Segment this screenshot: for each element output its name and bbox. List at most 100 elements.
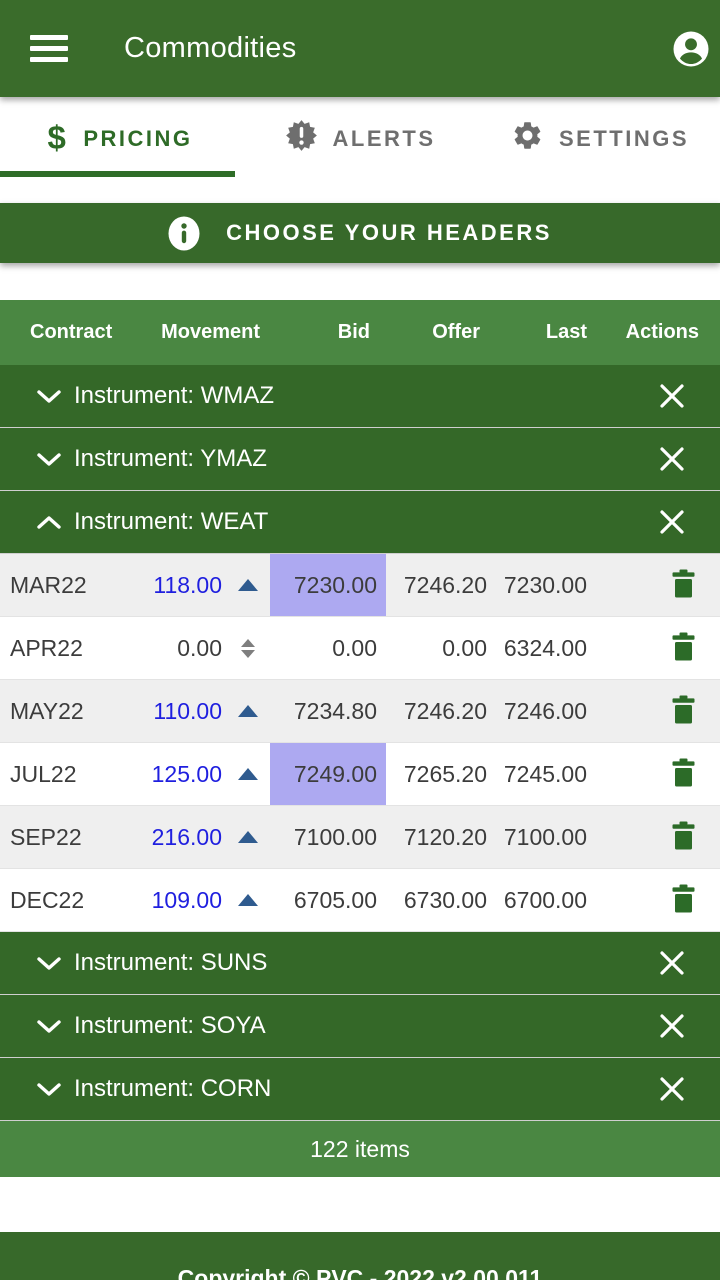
movement-cell: 125.00 — [96, 761, 226, 788]
close-icon[interactable] — [658, 1075, 686, 1103]
instrument-group-header[interactable]: Instrument: SOYA — [0, 995, 720, 1058]
offer-cell: 7246.20 — [386, 572, 487, 599]
instrument-table: Instrument: WMAZ Instrument: YMAZ Instrume… — [0, 365, 720, 1121]
instrument-group-label: Instrument: SOYA — [74, 1012, 266, 1040]
chevron-down-icon[interactable] — [36, 452, 62, 467]
chevron-down-icon[interactable] — [36, 956, 62, 971]
contract-cell: MAY22 — [0, 698, 96, 725]
close-icon[interactable] — [658, 508, 686, 536]
close-icon[interactable] — [658, 445, 686, 473]
chevron-down-icon[interactable] — [36, 1082, 62, 1097]
active-tab-indicator — [0, 171, 235, 177]
page-title: Commodities — [124, 32, 297, 65]
info-icon — [168, 216, 200, 251]
offer-cell: 6730.00 — [386, 887, 487, 914]
instrument-group-header[interactable]: Instrument: CORN — [0, 1058, 720, 1121]
contract-row: APR220.000.000.006324.00 — [0, 617, 720, 680]
triangle-up-icon — [238, 579, 258, 591]
unchanged-icon — [241, 639, 255, 658]
menu-icon[interactable] — [30, 29, 68, 68]
close-icon[interactable] — [658, 382, 686, 410]
table-header-row: Contract Movement Bid Offer Last Actions — [0, 300, 720, 365]
chevron-up-icon[interactable] — [36, 515, 62, 530]
account-icon[interactable] — [670, 28, 712, 70]
delete-button[interactable] — [671, 569, 696, 601]
triangle-up-icon — [238, 894, 258, 906]
contract-row: MAR22118.00 7230.007246.207230.00 — [0, 554, 720, 617]
last-cell: 6324.00 — [487, 635, 589, 662]
delete-button[interactable] — [671, 758, 696, 790]
gear-icon — [511, 119, 544, 158]
contract-cell: JUL22 — [0, 761, 96, 788]
bid-cell: 7100.00 — [270, 806, 386, 868]
footer: Copyright © PVC - 2022 v2.00.011 — [0, 1232, 720, 1280]
choose-headers-label: CHOOSE YOUR HEADERS — [226, 220, 552, 246]
bid-cell: 6705.00 — [270, 869, 386, 931]
last-cell: 7246.00 — [487, 698, 589, 725]
instrument-group-label: Instrument: YMAZ — [74, 445, 267, 473]
bid-cell: 7249.00 — [270, 743, 386, 805]
trash-icon — [671, 758, 696, 790]
movement-cell: 109.00 — [96, 887, 226, 914]
delete-button[interactable] — [671, 884, 696, 916]
offer-cell: 7120.20 — [386, 824, 487, 851]
contract-cell: APR22 — [0, 635, 96, 662]
instrument-group-header[interactable]: Instrument: WEAT — [0, 491, 720, 554]
offer-cell: 7265.20 — [386, 761, 487, 788]
contract-cell: MAR22 — [0, 572, 96, 599]
tab-settings[interactable]: SETTINGS — [480, 97, 720, 180]
delete-button[interactable] — [671, 695, 696, 727]
header-bid: Bid — [270, 321, 386, 344]
movement-cell: 118.00 — [96, 572, 226, 599]
delete-button[interactable] — [671, 632, 696, 664]
bid-cell: 7230.00 — [270, 554, 386, 616]
contract-row: JUL22125.00 7249.007265.207245.00 — [0, 743, 720, 806]
tab-settings-label: SETTINGS — [559, 126, 689, 152]
instrument-group-label: Instrument: WMAZ — [74, 382, 274, 410]
close-icon[interactable] — [658, 1012, 686, 1040]
app-bar: Commodities — [0, 0, 720, 97]
offer-cell: 0.00 — [386, 635, 487, 662]
instrument-group-label: Instrument: WEAT — [74, 508, 268, 536]
instrument-group-header[interactable]: Instrument: YMAZ — [0, 428, 720, 491]
trash-icon — [671, 632, 696, 664]
bid-cell: 7234.80 — [270, 680, 386, 742]
tab-pricing[interactable]: $ PRICING — [0, 97, 240, 180]
trash-icon — [671, 695, 696, 727]
trash-icon — [671, 569, 696, 601]
contract-cell: SEP22 — [0, 824, 96, 851]
header-last: Last — [487, 321, 589, 344]
items-count-bar: 122 items — [0, 1121, 720, 1177]
instrument-group-header[interactable]: Instrument: WMAZ — [0, 365, 720, 428]
movement-cell: 0.00 — [96, 635, 226, 662]
alert-badge-icon — [285, 119, 318, 158]
header-contract: Contract — [0, 321, 96, 344]
header-actions: Actions — [589, 321, 720, 344]
dollar-icon: $ — [47, 121, 68, 154]
offer-cell: 7246.20 — [386, 698, 487, 725]
last-cell: 7230.00 — [487, 572, 589, 599]
instrument-group-label: Instrument: CORN — [74, 1075, 271, 1103]
last-cell: 7245.00 — [487, 761, 589, 788]
chevron-down-icon[interactable] — [36, 1019, 62, 1034]
copyright-text: Copyright © PVC - 2022 v2.00.011 — [0, 1265, 720, 1280]
contract-cell: DEC22 — [0, 887, 96, 914]
tab-pricing-label: PRICING — [83, 126, 192, 152]
delete-button[interactable] — [671, 821, 696, 853]
header-offer: Offer — [386, 321, 487, 344]
choose-headers-button[interactable]: CHOOSE YOUR HEADERS — [0, 203, 720, 263]
tab-bar: $ PRICING ALERTS SETTINGS — [0, 97, 720, 180]
contract-row: SEP22216.007100.007120.207100.00 — [0, 806, 720, 869]
tab-alerts-label: ALERTS — [333, 126, 436, 152]
chevron-down-icon[interactable] — [36, 389, 62, 404]
movement-cell: 216.00 — [96, 824, 226, 851]
triangle-up-icon — [238, 831, 258, 843]
close-icon[interactable] — [658, 949, 686, 977]
tab-alerts[interactable]: ALERTS — [240, 97, 480, 180]
instrument-group-header[interactable]: Instrument: SUNS — [0, 932, 720, 995]
items-count: 122 items — [310, 1136, 410, 1163]
movement-cell: 110.00 — [96, 698, 226, 725]
trash-icon — [671, 821, 696, 853]
contract-row: MAY22110.00 7234.807246.207246.00 — [0, 680, 720, 743]
triangle-up-icon — [238, 768, 258, 780]
